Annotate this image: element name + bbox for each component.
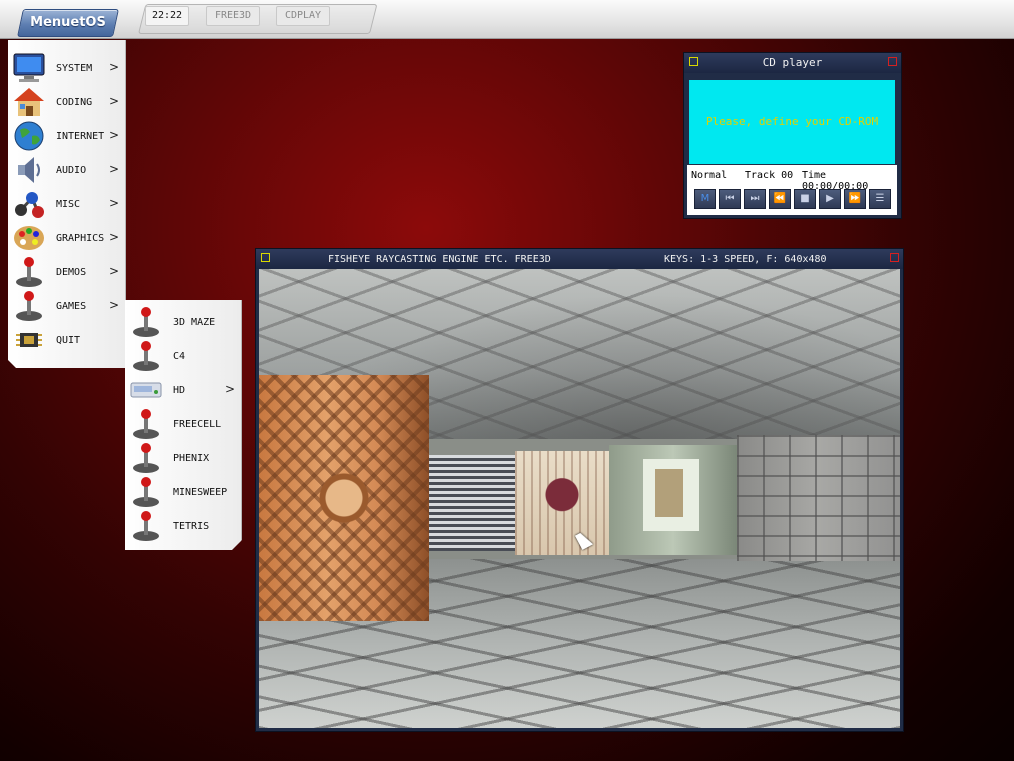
menu-item-label: GRAPHICS <box>56 232 105 244</box>
menu-item-misc[interactable]: MISC > <box>8 187 125 221</box>
menu-item-label: DEMOS <box>56 266 87 278</box>
submenu-item-label: FREECELL <box>173 418 222 430</box>
menu-item-internet[interactable]: INTERNET > <box>8 119 125 153</box>
submenu-item-label: TETRIS <box>173 520 210 532</box>
mode-button[interactable]: M <box>694 189 716 209</box>
submenu-item-label: HD <box>173 384 186 396</box>
monitor-icon <box>12 52 46 84</box>
keys-hint: KEYS: 1-3 SPEED, F: 640x480 <box>664 254 827 265</box>
task-button-free3d[interactable]: FREE3D <box>206 6 260 26</box>
submenu-item-label: MINESWEEP <box>173 486 228 498</box>
prev-track-button[interactable]: ⏮ <box>719 189 741 209</box>
menu-item-label: QUIT <box>56 334 81 346</box>
menu-button-label: MenuetOS <box>30 15 106 30</box>
joystick-icon <box>129 510 163 542</box>
menu-item-quit[interactable]: QUIT <box>8 323 125 357</box>
free3d-titlebar[interactable]: FISHEYE RAYCASTING ENGINE ETC. FREE3D KE… <box>256 249 903 269</box>
submenu-item-tetris[interactable]: TETRIS <box>125 509 241 543</box>
games-submenu: 3D MAZE C4 HD > FREECELL PHENIX MINESWEE… <box>125 300 242 550</box>
joystick-icon <box>129 306 163 338</box>
task-button-cdplay[interactable]: CDPLAY <box>276 6 330 26</box>
cd-message: Please, define your CD-ROM <box>705 115 879 128</box>
joystick-icon <box>12 256 46 288</box>
cd-display: Please, define your CD-ROM <box>689 80 895 164</box>
track-number: Track 00 <box>745 170 794 181</box>
menu-item-audio[interactable]: AUDIO > <box>8 153 125 187</box>
joystick-icon <box>129 340 163 372</box>
menuetos-menu-button[interactable]: MenuetOS <box>17 9 119 37</box>
submenu-arrow: > <box>108 298 119 312</box>
submenu-arrow: > <box>224 382 235 396</box>
menu-item-label: MISC <box>56 198 81 210</box>
submenu-item-label: C4 <box>173 350 186 362</box>
stop-button[interactable]: ■ <box>794 189 816 209</box>
menu-item-games[interactable]: GAMES > <box>8 289 125 323</box>
submenu-arrow: > <box>108 264 119 278</box>
joystick-icon <box>129 408 163 440</box>
minimize-button[interactable] <box>261 253 270 262</box>
free3d-window: FISHEYE RAYCASTING ENGINE ETC. FREE3D KE… <box>255 248 904 732</box>
submenu-item-hd[interactable]: HD > <box>125 373 241 407</box>
menu-item-label: CODING <box>56 96 93 108</box>
menu-item-demos[interactable]: DEMOS > <box>8 255 125 289</box>
submenu-item-minesweep[interactable]: MINESWEEP <box>125 475 241 509</box>
fast-forward-button[interactable]: ⏩ <box>844 189 866 209</box>
menu-item-graphics[interactable]: GRAPHICS > <box>8 221 125 255</box>
chip-icon <box>12 324 46 356</box>
submenu-item-freecell[interactable]: FREECELL <box>125 407 241 441</box>
menu-item-label: INTERNET <box>56 130 105 142</box>
submenu-item-c4[interactable]: C4 <box>125 339 241 373</box>
menu-item-label: AUDIO <box>56 164 87 176</box>
joystick-icon <box>129 476 163 508</box>
close-button[interactable] <box>888 57 897 66</box>
submenu-arrow: > <box>108 94 119 108</box>
molecule-icon <box>12 188 46 220</box>
hard-drive-icon <box>129 374 163 406</box>
close-button[interactable] <box>890 253 899 262</box>
cd-player-window: CD player Please, define your CD-ROM Nor… <box>683 52 902 219</box>
wall-leaf-mosaic <box>515 451 609 555</box>
window-title: CD player <box>762 56 823 69</box>
taskbar: MenuetOS 22:22 FREE3D CDPLAY <box>0 0 1014 39</box>
joystick-icon <box>12 290 46 322</box>
submenu-arrow: > <box>108 230 119 244</box>
rewind-button[interactable]: ⏪ <box>769 189 791 209</box>
wall-vent <box>429 455 515 551</box>
speaker-icon <box>12 154 46 186</box>
raycast-viewport[interactable] <box>259 269 900 728</box>
wall-stone-bricks <box>737 435 900 561</box>
cd-player-titlebar[interactable]: CD player <box>684 53 901 73</box>
submenu-arrow: > <box>108 162 119 176</box>
menu-item-system[interactable]: SYSTEM > <box>8 51 125 85</box>
cd-controls: Normal Track 00 Time 00:00/00:00 M ⏮ ⏭ ⏪… <box>687 165 897 215</box>
start-menu: SYSTEM > CODING > INTERNET > AUDIO > MIS… <box>8 40 126 368</box>
palette-icon <box>12 222 46 254</box>
menu-button[interactable]: ☰ <box>869 189 891 209</box>
globe-icon <box>12 120 46 152</box>
window-title: FISHEYE RAYCASTING ENGINE ETC. FREE3D <box>328 254 551 265</box>
joystick-icon <box>129 442 163 474</box>
submenu-item-label: PHENIX <box>173 452 210 464</box>
submenu-arrow: > <box>108 60 119 74</box>
play-button[interactable]: ▶ <box>819 189 841 209</box>
play-mode: Normal <box>691 170 728 181</box>
house-icon <box>12 86 46 118</box>
next-track-button[interactable]: ⏭ <box>744 189 766 209</box>
minimize-button[interactable] <box>689 57 698 66</box>
wall-ornate-orange <box>259 375 429 621</box>
submenu-item-label: 3D MAZE <box>173 316 216 328</box>
submenu-arrow: > <box>108 128 119 142</box>
menu-item-label: SYSTEM <box>56 62 93 74</box>
menu-item-coding[interactable]: CODING > <box>8 85 125 119</box>
submenu-arrow: > <box>108 196 119 210</box>
clock: 22:22 <box>145 6 189 26</box>
submenu-item-3d-maze[interactable]: 3D MAZE <box>125 305 241 339</box>
menu-item-label: GAMES <box>56 300 87 312</box>
submenu-item-phenix[interactable]: PHENIX <box>125 441 241 475</box>
wall-framed-panel <box>609 445 737 555</box>
